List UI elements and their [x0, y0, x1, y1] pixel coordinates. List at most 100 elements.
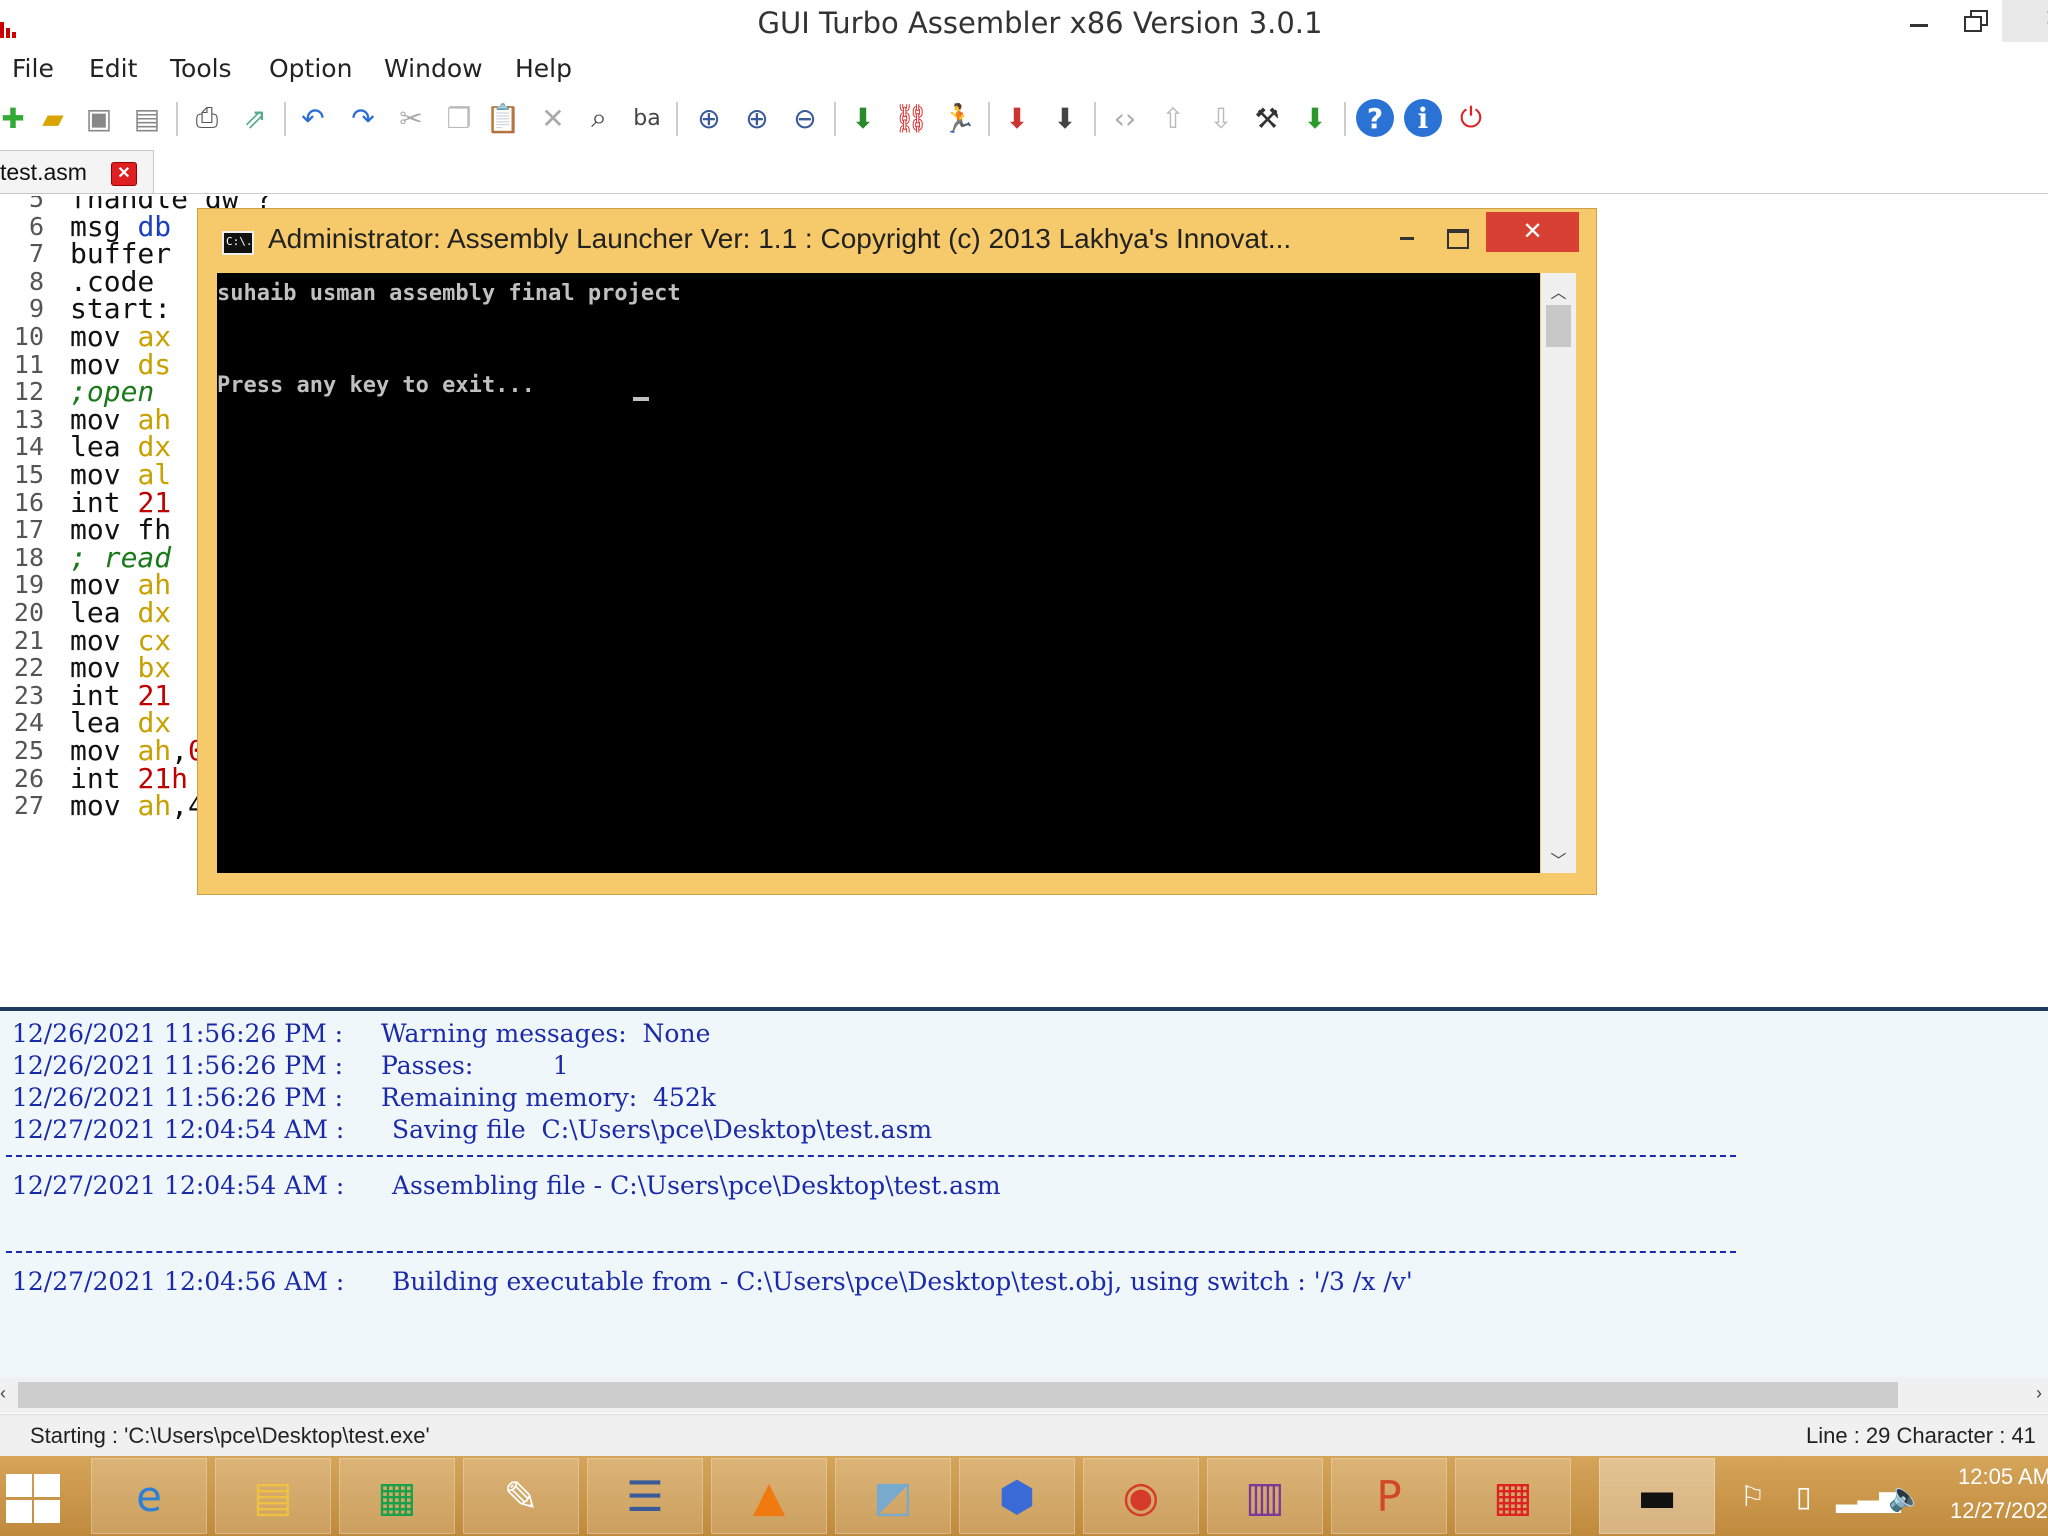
console-scroll-thumb[interactable] — [1546, 305, 1571, 347]
toolbar-separator — [176, 102, 178, 136]
zoom-in-alt-icon[interactable]: ⊕ — [738, 99, 776, 137]
paint-icon[interactable]: ✎ — [463, 1458, 579, 1534]
assemble-icon[interactable]: ⬇ — [844, 99, 882, 137]
scroll-down-icon[interactable]: ﹀ — [1541, 847, 1576, 870]
start-button[interactable] — [4, 1474, 62, 1524]
toolbar: ✚ ▰ ▣ ▤ ⎙ ⇗ ↶ ↷ ✂ ❐ 📋 ✕ ⌕ ba ⊕ ⊕ ⊖ ⬇ ⛓ 🏃… — [0, 94, 2048, 146]
debug-icon[interactable]: ⬇ — [998, 99, 1036, 137]
console-title: Administrator: Assembly Launcher Ver: 1.… — [268, 223, 1292, 254]
log-message: Passes: 1 — [381, 1051, 569, 1080]
toolbar-separator — [1094, 102, 1096, 136]
info-icon[interactable]: i — [1404, 99, 1442, 137]
scroll-up-icon[interactable]: ︿ — [1541, 279, 1576, 302]
copy-icon[interactable]: ❐ — [440, 99, 478, 137]
link-icon[interactable]: ⛓ — [892, 99, 930, 137]
file-tab-label: test.asm — [0, 159, 87, 185]
new-file-icon[interactable]: ✚ — [0, 99, 32, 137]
paste-icon[interactable]: 📋 — [484, 99, 522, 137]
flag-icon[interactable]: ⚐ — [1740, 1480, 1765, 1513]
vlc-icon[interactable]: ▲ — [711, 1458, 827, 1534]
equalizer-icon[interactable]: ☰ — [587, 1458, 703, 1534]
menu-bar: File Edit Tools Option Window Help — [0, 46, 2048, 90]
close-button[interactable] — [2002, 0, 2048, 42]
clock-date[interactable]: 12/27/2021 — [1950, 1498, 2048, 1524]
line-number: 7 — [28, 239, 44, 269]
undo-icon[interactable]: ↶ — [294, 99, 332, 137]
help-icon[interactable]: ? — [1356, 99, 1394, 137]
navigate-icon[interactable]: ‹› — [1106, 99, 1144, 137]
output-horizontal-scrollbar[interactable]: ‹ › — [0, 1377, 2048, 1413]
volume-icon[interactable]: 🔈 — [1888, 1480, 1923, 1513]
clock-time[interactable]: 12:05 AM — [1958, 1464, 2048, 1490]
delete-icon[interactable]: ✕ — [534, 99, 572, 137]
zoom-in-icon[interactable]: ⊕ — [690, 99, 728, 137]
powerpoint-icon[interactable]: P — [1331, 1458, 1447, 1534]
horizontal-scroll-thumb[interactable] — [18, 1382, 1898, 1408]
console-close-button[interactable]: ✕ — [1486, 212, 1579, 252]
title-bar: GUI Turbo Assembler x86 Version 3.0.1 — [0, 0, 2048, 45]
line-number: 15 — [13, 460, 44, 489]
tasm-icon[interactable]: ▦ — [1455, 1458, 1571, 1534]
window-title: GUI Turbo Assembler x86 Version 3.0.1 — [757, 6, 1323, 40]
notepad-icon[interactable]: ◩ — [835, 1458, 951, 1534]
tools-icon[interactable]: ⚒ — [1248, 99, 1286, 137]
windows-logo-pane — [34, 1500, 60, 1523]
status-bar: Starting : 'C:\Users\pce\Desktop\test.ex… — [0, 1414, 2048, 1456]
download-icon[interactable]: ⬇ — [1296, 99, 1334, 137]
console-screen[interactable]: suhaib usman assembly final project Pres… — [217, 273, 1540, 873]
store-icon[interactable]: ▦ — [339, 1458, 455, 1534]
toolbar-separator — [1344, 102, 1346, 136]
export-icon[interactable]: ⇗ — [236, 99, 274, 137]
virtualbox-icon[interactable]: ⬢ — [959, 1458, 1075, 1534]
toolbar-separator — [834, 102, 836, 136]
toolbar-separator — [284, 102, 286, 136]
replace-icon[interactable]: ba — [628, 99, 666, 137]
log-timestamp: 12/26/2021 11:56:26 PM : — [12, 1051, 344, 1080]
find-icon[interactable]: ⌕ — [580, 99, 618, 137]
code-token: ah — [137, 789, 172, 823]
line-number: 11 — [13, 349, 44, 379]
open-file-icon[interactable]: ▰ — [34, 99, 72, 137]
menu-help[interactable]: Help — [515, 54, 572, 83]
debug-alt-icon[interactable]: ⬇ — [1046, 99, 1084, 137]
zoom-out-icon[interactable]: ⊖ — [786, 99, 824, 137]
up-arrow-icon[interactable]: ⇧ — [1154, 99, 1192, 137]
scroll-right-icon[interactable]: › — [2036, 1383, 2042, 1404]
cmd-icon[interactable]: ▬ — [1599, 1458, 1715, 1534]
down-arrow-icon[interactable]: ⇩ — [1202, 99, 1240, 137]
minimize-button[interactable] — [1890, 0, 1946, 42]
console-maximize-button[interactable] — [1436, 219, 1476, 249]
restore-button[interactable] — [1946, 0, 2002, 42]
status-message: Starting : 'C:\Users\pce\Desktop\test.ex… — [30, 1423, 430, 1448]
log-timestamp: 12/27/2021 12:04:54 AM : — [12, 1115, 345, 1144]
windows-logo-pane — [6, 1500, 32, 1523]
menu-file[interactable]: File — [12, 54, 54, 83]
log-separator — [6, 1155, 1736, 1157]
windows-logo-pane — [34, 1474, 60, 1497]
console-scrollbar[interactable]: ︿ ﹀ — [1541, 273, 1576, 873]
internet-explorer-icon[interactable]: e — [91, 1458, 207, 1534]
console-minimize-button[interactable] — [1388, 221, 1428, 249]
save-icon[interactable]: ▣ — [80, 99, 118, 137]
redo-icon[interactable]: ↷ — [344, 99, 382, 137]
menu-window[interactable]: Window — [384, 54, 483, 83]
power-icon[interactable]: ⏻ — [1452, 99, 1490, 137]
print-icon[interactable]: ⎙ — [188, 99, 226, 137]
line-number: 6 — [28, 211, 44, 241]
toolbar-separator — [676, 102, 678, 136]
chrome-icon[interactable]: ◉ — [1083, 1458, 1199, 1534]
menu-option[interactable]: Option — [269, 54, 352, 83]
menu-edit[interactable]: Edit — [89, 54, 137, 83]
run-icon[interactable]: 🏃 — [940, 99, 978, 137]
save-all-icon[interactable]: ▤ — [128, 99, 166, 137]
file-explorer-icon[interactable]: ▤ — [215, 1458, 331, 1534]
tab-close-icon[interactable]: ✕ — [111, 162, 137, 186]
log-message: Saving file C:\Users\pce\Desktop\test.as… — [392, 1115, 933, 1144]
cut-icon[interactable]: ✂ — [392, 99, 430, 137]
line-number: 25 — [13, 736, 44, 765]
menu-tools[interactable]: Tools — [170, 54, 232, 83]
scroll-left-icon[interactable]: ‹ — [0, 1383, 6, 1404]
winrar-icon[interactable]: ▥ — [1207, 1458, 1323, 1534]
battery-icon[interactable]: ▯ — [1796, 1480, 1811, 1513]
file-tab[interactable]: test.asm ✕ — [0, 150, 154, 194]
